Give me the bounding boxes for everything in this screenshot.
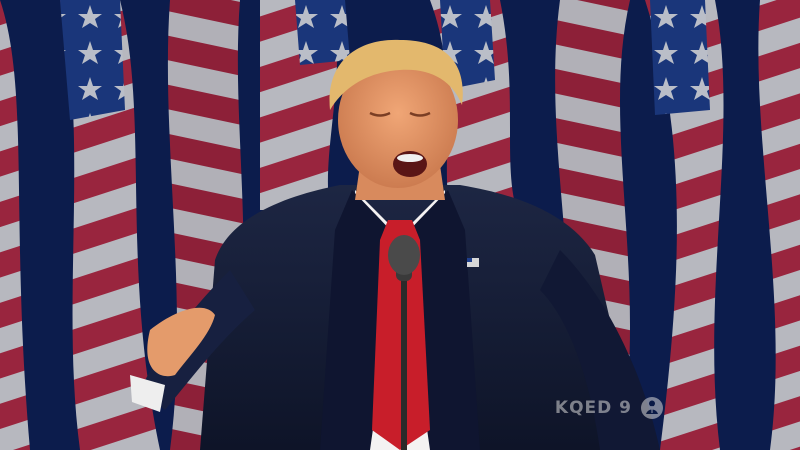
watermark-text: KQED 9 bbox=[554, 398, 632, 418]
video-frame: KQED 9 bbox=[0, 0, 800, 450]
speaker-at-podium-scene bbox=[0, 0, 800, 450]
pbs-logo-icon bbox=[641, 397, 663, 419]
broadcaster-watermark: KQED 9 bbox=[555, 396, 664, 420]
